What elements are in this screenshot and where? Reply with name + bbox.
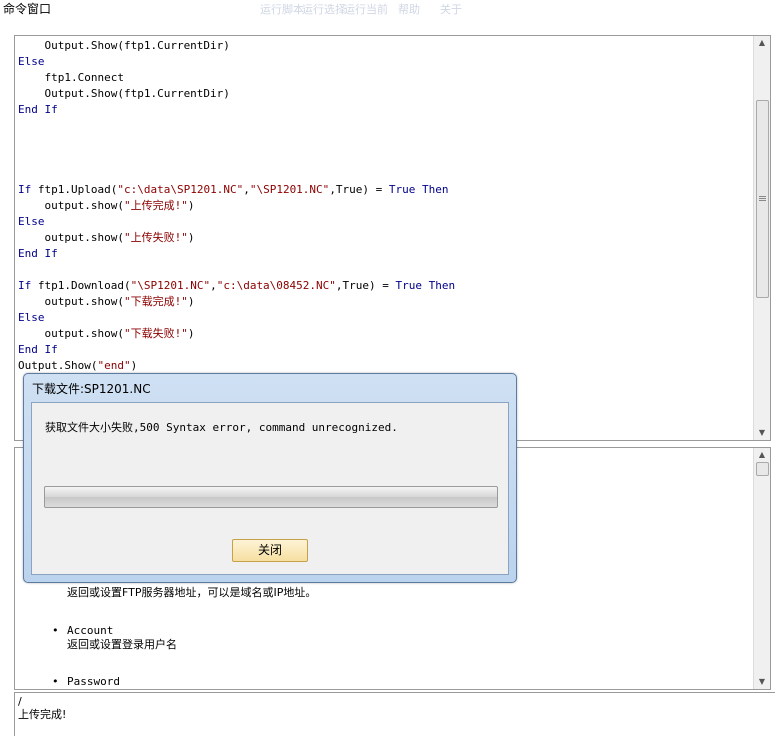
code-token: ) [187,199,195,212]
password-property-name: Password [67,675,120,688]
code-token: , [210,279,217,292]
code-vertical-scrollbar[interactable]: ▲ ▼ [753,36,770,440]
code-line[interactable]: output.show("上传失败!") [18,230,455,246]
code-line[interactable]: If ftp1.Download("\SP1201.NC","c:\data\0… [18,278,455,294]
code-line[interactable] [18,134,455,150]
code-line[interactable]: Else [18,54,455,70]
scroll-up-arrow-icon[interactable]: ▲ [754,448,770,462]
faint-menu-item-2: 运行选择 [302,3,346,16]
faint-menu-item-1: 运行脚本 [260,3,304,16]
code-token: ftp1.Connect [18,71,124,84]
grip-line-icon [759,198,766,199]
code-token: "end" [97,359,131,372]
code-token: True Then [388,183,449,196]
code-line[interactable]: Else [18,310,455,326]
output-line-1: / [18,695,22,708]
window-title: 命令窗口 [3,2,52,16]
bullet-icon: • [52,624,59,637]
grip-line-icon [759,200,766,201]
close-button[interactable]: 关闭 [232,539,308,562]
code-token: "c:\data\SP1201.NC" [117,183,244,196]
code-token: Output.Show(ftp1.CurrentDir) [18,39,230,52]
code-line[interactable]: ftp1.Connect [18,70,455,86]
grip-line-icon [759,196,766,197]
code-token: ) [187,295,195,308]
code-token: Else [18,55,45,68]
code-token: "\SP1201.NC" [249,183,330,196]
code-line[interactable]: output.show("下载完成!") [18,294,455,310]
code-token: End If [18,103,58,116]
code-token: End If [18,247,58,260]
code-line[interactable] [18,262,455,278]
code-token: True Then [395,279,456,292]
code-text[interactable]: Output.Show(ftp1.CurrentDir) Else ftp1.Co… [18,38,455,374]
code-token: "上传完成!" [123,199,188,212]
code-line[interactable]: Else [18,214,455,230]
download-progress-bar [44,486,498,508]
code-token: , [243,183,250,196]
scroll-thumb[interactable] [756,462,769,476]
code-line[interactable]: output.show("上传完成!") [18,198,455,214]
help-vertical-scrollbar[interactable]: ▲ ▼ [753,448,770,689]
code-token: output.show( [18,231,124,244]
faint-menu-item-4: 帮助 [398,3,420,16]
code-line[interactable]: End If [18,102,455,118]
dialog-body: 获取文件大小失败,500 Syntax error, command unrec… [31,402,509,575]
code-token: Else [18,311,45,324]
code-line[interactable]: If ftp1.Upload("c:\data\SP1201.NC","\SP1… [18,182,455,198]
host-description: 返回或设置FTP服务器地址，可以是域名或IP地址。 [67,586,317,599]
code-line[interactable]: Output.Show(ftp1.CurrentDir) [18,86,455,102]
code-line[interactable]: End If [18,246,455,262]
code-line[interactable] [18,166,455,182]
code-token: ) [187,327,195,340]
code-line[interactable]: Output.Show("end") [18,358,455,374]
account-description: 返回或设置登录用户名 [67,638,177,651]
code-token: If [18,279,38,292]
scroll-down-arrow-icon[interactable]: ▼ [754,675,770,689]
code-line[interactable]: Output.Show(ftp1.CurrentDir) [18,38,455,54]
dialog-error-message: 获取文件大小失败,500 Syntax error, command unrec… [45,421,398,434]
window-titlebar: 命令窗口 运行脚本 运行选择 运行当前 帮助 关于 [0,0,776,16]
code-token: ) [187,231,195,244]
code-token: ftp1.Download( [37,279,131,292]
scroll-thumb[interactable] [756,100,769,298]
code-token: "下载失败!" [123,327,188,340]
code-token: Output.Show(ftp1.CurrentDir) [18,87,230,100]
faint-menu-item-3: 运行当前 [344,3,388,16]
output-line-2: 上传完成! [18,708,67,721]
code-token: "上传失败!" [123,231,188,244]
code-line[interactable]: output.show("下载失败!") [18,326,455,342]
account-property-name: Account [67,624,114,637]
code-token: output.show( [18,327,124,340]
code-token: ) [130,359,138,372]
code-token: End If [18,343,58,356]
code-token: Else [18,215,45,228]
code-token: "\SP1201.NC" [130,279,211,292]
scroll-down-arrow-icon[interactable]: ▼ [754,426,770,440]
faint-menu-item-5: 关于 [440,3,462,16]
code-token: ,True) = [335,279,396,292]
code-token: Output.Show( [18,359,98,372]
code-line[interactable]: End If [18,342,455,358]
code-line[interactable] [18,118,455,134]
code-line[interactable] [18,150,455,166]
code-token: output.show( [18,199,124,212]
dialog-title: 下载文件:SP1201.NC [32,382,151,396]
code-token: "下载完成!" [123,295,188,308]
output-panel[interactable]: / 上传完成! [14,692,775,736]
code-token: If [18,183,38,196]
code-token: "c:\data\08452.NC" [216,279,336,292]
code-token: ,True) = [329,183,389,196]
scroll-up-arrow-icon[interactable]: ▲ [754,36,770,50]
code-token: output.show( [18,295,124,308]
bullet-icon: • [52,675,59,688]
code-token: ftp1.Upload( [37,183,118,196]
download-dialog: 下载文件:SP1201.NC 获取文件大小失败,500 Syntax error… [23,373,517,583]
